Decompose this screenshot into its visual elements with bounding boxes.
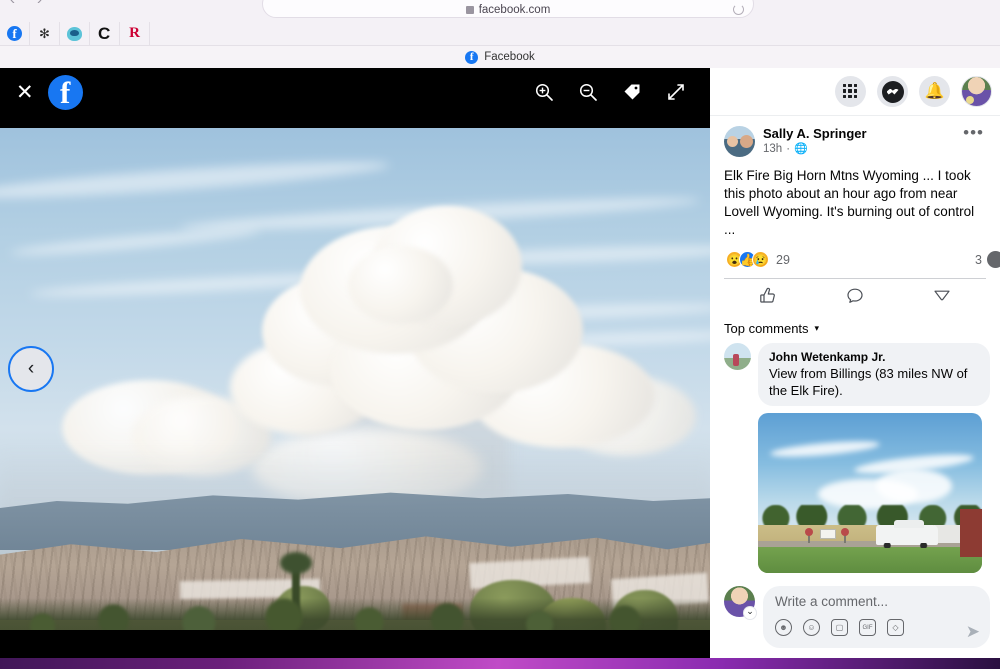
theater-toolbar-right xyxy=(532,80,710,104)
facebook-icon: f xyxy=(7,26,22,41)
fullscreen-icon[interactable] xyxy=(664,80,688,104)
tab-strip: f Facebook xyxy=(0,46,1000,68)
theater-bottom-bar xyxy=(0,630,710,658)
post-submeta: 13h · 🌐 xyxy=(763,142,955,157)
reaction-count[interactable]: 29 xyxy=(776,253,790,267)
gear-icon: ✻ xyxy=(39,26,50,41)
post-text: Elk Fire Big Horn Mtns Wyoming ... I too… xyxy=(724,168,975,237)
composer-avatar[interactable] xyxy=(724,586,757,620)
reload-icon[interactable] xyxy=(733,4,744,15)
wildfire-photo[interactable] xyxy=(0,128,710,646)
share-button[interactable] xyxy=(899,279,986,312)
tab-facebook[interactable]: f Facebook xyxy=(465,50,535,64)
sad-reaction-icon: 😢 xyxy=(752,251,769,268)
comment-button[interactable] xyxy=(811,279,898,312)
comment-count-value: 3 xyxy=(975,252,982,267)
back-button[interactable]: ‹ xyxy=(10,0,15,7)
messenger-icon xyxy=(881,80,904,103)
zoom-out-icon[interactable] xyxy=(576,80,600,104)
r-letter-icon: R xyxy=(129,25,140,41)
emoji-sticker-icon[interactable]: ☻ xyxy=(775,619,792,636)
screen: ‹ › facebook.com f ✻ Ɔ R xyxy=(0,0,1000,669)
theater-toolbar-left: ✕ f xyxy=(0,74,83,110)
reaction-emojis[interactable]: 😮 👍 😢 xyxy=(726,251,769,268)
globe-privacy-icon[interactable]: 🌐 xyxy=(794,144,808,155)
post-author-name[interactable]: Sally A. Springer xyxy=(763,126,955,142)
comment-attached-photo[interactable] xyxy=(758,413,982,573)
comments-sort-label: Top comments xyxy=(724,321,809,336)
facebook-logo-icon[interactable]: f xyxy=(47,74,83,110)
comments-sort-selector[interactable]: Top comments ▾ xyxy=(710,312,1000,340)
post-sidebar: 🔔 Sally A. Springer 13h · 🌐 ••• Elk Fire… xyxy=(710,68,1000,658)
bookmark-facebook[interactable]: f xyxy=(0,21,30,46)
post-action-bar xyxy=(724,278,986,312)
close-icon[interactable]: ✕ xyxy=(16,82,34,103)
messenger-button[interactable] xyxy=(877,76,908,107)
comment-bubble: John Wetenkamp Jr. View from Billings (8… xyxy=(758,343,990,406)
post-author-meta: Sally A. Springer 13h · 🌐 xyxy=(763,126,955,157)
comment-author-avatar[interactable] xyxy=(724,343,751,370)
comment-input[interactable]: Write a comment... ☻ ☺ ▢ GIF ◇ ➤ xyxy=(763,586,990,648)
comment-actions: 12h Like Reply Edited 🤭 xyxy=(758,573,990,578)
tag-photo-icon[interactable] xyxy=(620,80,644,104)
post-timestamp[interactable]: 13h xyxy=(763,142,782,157)
post-scroll-area[interactable]: Sally A. Springer 13h · 🌐 ••• Elk Fire B… xyxy=(710,116,1000,578)
shield-icon xyxy=(67,26,82,41)
comment-count-group[interactable]: 3 xyxy=(975,251,1000,268)
composer-icons: ☻ ☺ ▢ GIF ◇ xyxy=(775,619,978,636)
browser-toolbar: ‹ › facebook.com xyxy=(0,0,1000,22)
comment-body: John Wetenkamp Jr. View from Billings (8… xyxy=(758,343,990,578)
comment-composer: Write a comment... ☻ ☺ ▢ GIF ◇ ➤ xyxy=(710,578,1000,658)
url-bar[interactable]: facebook.com xyxy=(262,0,754,18)
site-info-icon xyxy=(465,6,474,14)
send-comment-icon[interactable]: ➤ xyxy=(966,623,980,640)
bookmark-settings[interactable]: ✻ xyxy=(30,21,60,46)
photo-viewport xyxy=(0,116,710,658)
comment-item: John Wetenkamp Jr. View from Billings (8… xyxy=(710,340,1000,578)
photo-theater: ✕ f ‹ xyxy=(0,68,710,658)
url-text: facebook.com xyxy=(478,4,551,16)
bookmark-c[interactable]: Ɔ xyxy=(90,21,120,46)
sticker-icon[interactable]: ◇ xyxy=(887,619,904,636)
emoji-icon[interactable]: ☺ xyxy=(803,619,820,636)
gif-icon[interactable]: GIF xyxy=(859,619,876,636)
zoom-in-icon[interactable] xyxy=(532,80,556,104)
comment-author-name[interactable]: John Wetenkamp Jr. xyxy=(769,349,979,365)
forward-button[interactable]: › xyxy=(37,0,42,7)
post-options-icon[interactable]: ••• xyxy=(963,124,986,141)
comment-input-placeholder: Write a comment... xyxy=(775,594,889,609)
comment-text: View from Billings (83 miles NW of the E… xyxy=(769,366,968,398)
bookmarks-bar: f ✻ Ɔ R xyxy=(0,21,1000,46)
account-avatar[interactable] xyxy=(961,76,992,107)
browser-nav-arrows: ‹ › xyxy=(10,0,42,7)
previous-photo-button[interactable]: ‹ xyxy=(8,346,54,392)
browser-window: ‹ › facebook.com f ✻ Ɔ R xyxy=(0,0,1000,658)
notifications-button[interactable]: 🔔 xyxy=(919,76,950,107)
bookmark-r[interactable]: R xyxy=(120,21,150,46)
theater-toolbar: ✕ f xyxy=(0,68,710,116)
page-content: ✕ f ‹ 🔔 Sally A. Springer 13h · 🌐 ••• El… xyxy=(0,68,1000,658)
menu-button[interactable] xyxy=(835,76,866,107)
c-letter-icon: Ɔ xyxy=(98,24,111,43)
camera-icon[interactable]: ▢ xyxy=(831,619,848,636)
bell-icon: 🔔 xyxy=(924,82,945,100)
post-header: Sally A. Springer 13h · 🌐 ••• xyxy=(710,116,1000,157)
chevron-down-icon: ▾ xyxy=(814,323,820,333)
comment-bubble-icon xyxy=(987,251,1000,268)
like-button[interactable] xyxy=(724,279,811,312)
grid-menu-icon xyxy=(843,84,858,99)
post-author-avatar[interactable] xyxy=(724,126,755,157)
tab-favicon: f xyxy=(465,50,479,64)
post-separator: · xyxy=(786,143,791,155)
bookmark-shield[interactable] xyxy=(60,21,90,46)
facebook-topnav: 🔔 xyxy=(710,68,1000,116)
tab-label: Facebook xyxy=(484,51,535,63)
reactions-row: 😮 👍 😢 29 3 xyxy=(710,239,1000,278)
